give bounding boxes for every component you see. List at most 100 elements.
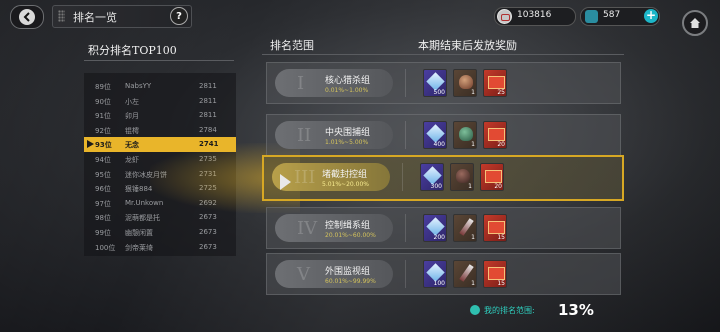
divider xyxy=(405,69,406,97)
divider xyxy=(262,54,624,55)
player-name: 剑帝莱绮 xyxy=(125,243,153,252)
tier-badge: I 核心猎杀组 0.01%~1.00% xyxy=(275,69,393,97)
item-quantity: 1 xyxy=(471,234,475,241)
tier-name: 堵截封控组 xyxy=(322,170,368,180)
item-quantity: 1 xyxy=(471,89,475,96)
rank-position: 97位 xyxy=(95,199,111,208)
rank-icon xyxy=(470,305,480,315)
crystal-icon xyxy=(426,217,445,236)
page-title: 排名一览 xyxy=(73,11,117,24)
divider xyxy=(402,163,403,191)
reward-item[interactable]: 1 xyxy=(453,260,477,288)
item-quantity: 400 xyxy=(433,141,445,148)
tier-badge: V 外围监视组 60.01%~99.99% xyxy=(275,260,393,288)
tier-numeral: V xyxy=(297,264,310,285)
divider xyxy=(405,260,406,288)
rank-position: 89位 xyxy=(95,83,111,91)
ticket-icon xyxy=(497,9,512,24)
tier-numeral: IV xyxy=(297,218,318,239)
reward-item[interactable]: 1 xyxy=(453,214,477,242)
reward-tier[interactable]: IV 控制缉系组 20.01%~60.00% 200 1 15 xyxy=(266,207,621,249)
helmet-icon xyxy=(456,169,470,183)
tier-name: 控制缉系组 xyxy=(325,221,371,231)
ranking-row[interactable]: 90位 小左 2811 xyxy=(84,94,236,109)
rank-position: 99位 xyxy=(95,229,111,237)
current-rank-marker-icon xyxy=(87,140,94,149)
ranking-row[interactable]: 89位 NabsYY 2811 xyxy=(84,79,236,94)
ticket-count: 103816 xyxy=(517,10,552,20)
reward-item[interactable]: 400 xyxy=(423,121,447,149)
item-quantity: 25 xyxy=(497,89,505,96)
gift-card-icon xyxy=(488,128,505,141)
reward-item[interactable]: 25 xyxy=(483,69,507,97)
gift-card-icon xyxy=(485,170,502,183)
reward-tier[interactable]: III 堵截封控组 5.01%~20.00% 300 1 20 xyxy=(262,155,624,201)
home-button[interactable] xyxy=(682,10,708,36)
add-crystal-button[interactable]: + xyxy=(644,9,658,23)
player-name: 幽憩闲置 xyxy=(125,229,153,237)
crystal-icon xyxy=(585,10,598,23)
reward-item[interactable]: 500 xyxy=(423,69,447,97)
reward-item[interactable]: 20 xyxy=(480,163,504,191)
tier-range: 5.01%~20.00% xyxy=(322,181,369,188)
reward-tier[interactable]: V 外围监视组 60.01%~99.99% 100 1 15 xyxy=(266,253,621,295)
tier-badge: III 堵截封控组 5.01%~20.00% xyxy=(272,163,390,191)
back-button[interactable] xyxy=(10,5,44,29)
crystal-icon xyxy=(426,72,445,91)
player-name: 狠锤884 xyxy=(125,185,153,194)
tier-range: 20.01%~60.00% xyxy=(325,232,376,239)
reward-item[interactable]: 20 xyxy=(483,121,507,149)
tier-name: 核心猎杀组 xyxy=(325,76,371,86)
my-rank-value: 13% xyxy=(558,301,594,319)
reward-item[interactable]: 1 xyxy=(453,121,477,149)
item-quantity: 1 xyxy=(471,141,475,148)
player-score: 2673 xyxy=(199,242,217,251)
divider xyxy=(84,60,234,61)
ranking-row[interactable]: 91位 卯月 2811 xyxy=(84,108,236,123)
player-name: 泥萌都是托 xyxy=(125,214,160,223)
ranking-row[interactable]: 99位 幽憩闲置 2673 xyxy=(84,225,236,240)
item-quantity: 15 xyxy=(497,280,505,287)
crystal-icon xyxy=(426,263,445,282)
player-score: 2811 xyxy=(199,82,217,90)
play-arrow-icon xyxy=(280,174,291,190)
tier-badge: II 中央围捕组 1.01%~5.00% xyxy=(275,121,393,149)
item-quantity: 1 xyxy=(471,280,475,287)
crystal-count: 587 xyxy=(603,10,621,20)
reward-item[interactable]: 1 xyxy=(453,69,477,97)
helmet-icon xyxy=(459,127,473,141)
tier-numeral: II xyxy=(297,125,312,146)
divider xyxy=(405,121,406,149)
ranking-row[interactable]: 100位 剑帝莱绮 2673 xyxy=(84,240,236,255)
rank-position: 98位 xyxy=(95,214,111,223)
ranking-title: 积分排名TOP100 xyxy=(88,44,177,57)
item-quantity: 100 xyxy=(433,280,445,287)
rank-position: 90位 xyxy=(95,97,111,106)
item-quantity: 300 xyxy=(430,183,442,190)
tier-numeral: III xyxy=(294,167,316,188)
reward-item[interactable]: 15 xyxy=(483,214,507,242)
reward-item[interactable]: 1 xyxy=(450,163,474,191)
crystal-icon xyxy=(426,124,445,143)
gift-card-icon xyxy=(488,221,505,234)
tier-range: 0.01%~1.00% xyxy=(325,87,369,94)
gift-card-icon xyxy=(488,267,505,280)
tier-name: 中央围捕组 xyxy=(325,128,371,138)
crystal-icon xyxy=(423,166,442,185)
reward-item[interactable]: 100 xyxy=(423,260,447,288)
player-name: 锟樗 xyxy=(125,126,139,135)
reward-item[interactable]: 15 xyxy=(483,260,507,288)
help-button[interactable]: ? xyxy=(170,7,188,25)
reward-item[interactable]: 200 xyxy=(423,214,447,242)
rank-position: 93位 xyxy=(95,141,112,150)
player-name: 小左 xyxy=(125,97,139,106)
tier-badge: IV 控制缉系组 20.01%~60.00% xyxy=(275,214,393,242)
player-score: 2811 xyxy=(199,96,217,105)
reward-tier[interactable]: II 中央围捕组 1.01%~5.00% 400 1 20 xyxy=(266,114,621,156)
ranking-row[interactable]: 92位 锟樗 2784 xyxy=(84,123,236,138)
player-name: NabsYY xyxy=(125,82,152,90)
reward-tier[interactable]: I 核心猎杀组 0.01%~1.00% 500 1 25 xyxy=(266,62,621,104)
tier-name: 外围监视组 xyxy=(325,267,371,277)
reward-item[interactable]: 300 xyxy=(420,163,444,191)
range-header: 排名范围 xyxy=(270,39,314,52)
